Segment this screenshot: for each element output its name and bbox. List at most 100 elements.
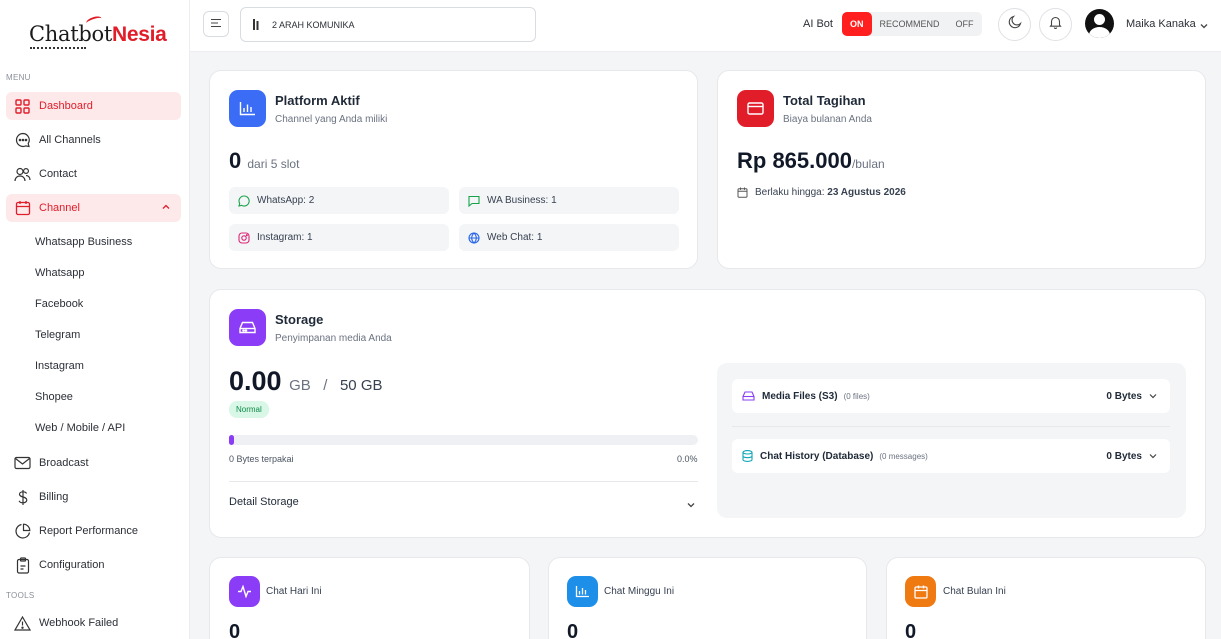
- sidebar-item-webhook-failed[interactable]: Webhook Failed: [6, 609, 181, 637]
- storage-row-media-files[interactable]: Media Files (S3) (0 files) 0 Bytes: [732, 379, 1170, 413]
- sidebar-subitem-whatsapp-business[interactable]: Whatsapp Business: [35, 236, 132, 248]
- bar-chart-icon: [229, 90, 266, 127]
- ai-bot-recommend-option[interactable]: RECOMMEND: [872, 12, 948, 36]
- dark-mode-button[interactable]: [998, 8, 1031, 41]
- billing-amount: Rp 865.000/bulan: [737, 148, 885, 174]
- stat-title: Chat Hari Ini: [266, 586, 322, 597]
- sidebar-item-channel[interactable]: Channel: [6, 194, 181, 222]
- sidebar-subitem-shopee[interactable]: Shopee: [35, 391, 73, 403]
- ai-bot-off-option[interactable]: OFF: [948, 12, 982, 36]
- sidebar-item-label: Billing: [39, 491, 69, 503]
- activity-icon: [229, 576, 260, 607]
- billing-amount-value: Rp 865.000: [737, 148, 852, 173]
- globe-icon: [468, 231, 480, 244]
- calendar-icon: [737, 187, 748, 198]
- sidebar-item-all-channels[interactable]: All Channels: [6, 126, 181, 154]
- stat-value: 0: [567, 621, 579, 639]
- bell-icon: [1049, 15, 1062, 34]
- storage-row-meta: (0 messages): [879, 451, 928, 461]
- columns-icon: [253, 19, 262, 30]
- logo[interactable]: ChatbotNesia: [29, 22, 167, 47]
- billing-subtitle: Biaya bulanan Anda: [783, 114, 872, 125]
- billing-card: Total Tagihan Biaya bulanan Anda Rp 865.…: [717, 70, 1206, 269]
- storage-separator: /: [323, 377, 328, 394]
- storage-row-name: Media Files (S3): [762, 390, 838, 402]
- storage-detail-panel: Media Files (S3) (0 files) 0 Bytes Chat …: [717, 363, 1186, 518]
- stat-card-chat-week: Chat Minggu Ini 0: [548, 557, 867, 639]
- chevron-down-icon[interactable]: [1199, 18, 1209, 36]
- warning-icon: [14, 615, 31, 632]
- hard-drive-icon: [742, 391, 755, 401]
- billing-valid-label: Berlaku hingga:: [755, 187, 825, 198]
- sidebar-item-broadcast[interactable]: Broadcast: [6, 449, 181, 477]
- hard-drive-icon: [229, 309, 266, 346]
- sidebar-item-label: Dashboard: [39, 100, 93, 112]
- whatsapp-icon: [238, 194, 250, 207]
- avatar[interactable]: [1085, 9, 1114, 38]
- storage-used-value: 0.00: [229, 366, 282, 396]
- sidebar-item-billing[interactable]: Billing: [6, 483, 181, 511]
- storage-title: Storage: [275, 312, 324, 327]
- calendar-icon: [905, 576, 936, 607]
- sidebar-subitem-facebook[interactable]: Facebook: [35, 298, 83, 310]
- user-name[interactable]: Maika Kanaka: [1126, 18, 1196, 30]
- storage-subtitle: Penyimpanan media Anda: [275, 333, 392, 344]
- sidebar-item-label: Contact: [39, 168, 77, 180]
- tools-section-label: TOOLS: [6, 591, 35, 600]
- message-square-icon: [468, 195, 480, 207]
- channel-chip-wa-business: WA Business: 1: [459, 187, 679, 214]
- stat-card-chat-month: Chat Bulan Ini 0: [886, 557, 1206, 639]
- storage-usage: 0.00 GB / 50 GB: [229, 366, 383, 397]
- sidebar-item-label: Webhook Failed: [39, 617, 119, 629]
- database-icon: [742, 450, 753, 462]
- sidebar-subitem-whatsapp[interactable]: Whatsapp: [35, 267, 85, 279]
- channel-chip-label: WhatsApp: 2: [257, 195, 315, 206]
- divider: [732, 426, 1170, 427]
- topbar: 2 ARAH KOMUNIKA AI Bot ON RECOMMEND OFF …: [190, 0, 1221, 52]
- stat-title: Chat Minggu Ini: [604, 586, 675, 597]
- storage-row-chat-history[interactable]: Chat History (Database) (0 messages) 0 B…: [732, 439, 1170, 473]
- pie-chart-icon: [14, 523, 31, 540]
- sidebar: ChatbotNesia MENU Dashboard All Channels…: [0, 0, 190, 639]
- storage-row-value: 0 Bytes: [1106, 390, 1142, 402]
- stat-card-chat-today: Chat Hari Ini 0: [209, 557, 530, 639]
- channel-chip-web-chat: Web Chat: 1: [459, 224, 679, 251]
- mail-icon: [14, 455, 31, 472]
- stat-title: Chat Bulan Ini: [943, 586, 1006, 597]
- ai-bot-on-option[interactable]: ON: [842, 12, 872, 36]
- platform-count-value: 0: [229, 148, 242, 173]
- sidebar-item-report-performance[interactable]: Report Performance: [6, 517, 181, 545]
- avatar-head: [1094, 14, 1105, 25]
- bar-chart-icon: [567, 576, 598, 607]
- platform-count: 0 dari 5 slot: [229, 148, 299, 174]
- sidebar-item-contact[interactable]: Contact: [6, 160, 181, 188]
- sidebar-item-configuration[interactable]: Configuration: [6, 551, 181, 579]
- storage-progress-fill: [229, 435, 234, 445]
- storage-progress-bar: [229, 435, 698, 445]
- chevron-down-icon[interactable]: [686, 497, 696, 515]
- channel-chip-whatsapp: WhatsApp: 2: [229, 187, 449, 214]
- sidebar-item-dashboard[interactable]: Dashboard: [6, 92, 181, 120]
- sidebar-subitem-web-mobile-api[interactable]: Web / Mobile / API: [35, 422, 125, 434]
- billing-title: Total Tagihan: [783, 93, 866, 108]
- avatar-body: [1089, 27, 1110, 38]
- calendar-icon: [14, 200, 31, 217]
- ai-bot-mode-toggle: ON RECOMMEND OFF: [842, 12, 982, 36]
- users-icon: [14, 166, 31, 183]
- menu-section-label: MENU: [6, 73, 31, 82]
- moon-icon: [1008, 15, 1022, 34]
- workspace-name: 2 ARAH KOMUNIKA: [272, 19, 355, 30]
- workspace-selector[interactable]: 2 ARAH KOMUNIKA: [240, 7, 536, 42]
- detail-storage-toggle[interactable]: Detail Storage: [229, 496, 299, 508]
- notifications-button[interactable]: [1039, 8, 1072, 41]
- chevron-up-icon: [161, 202, 171, 215]
- sidebar-subitem-telegram[interactable]: Telegram: [35, 329, 80, 341]
- sidebar-item-label: Broadcast: [39, 457, 89, 469]
- clipboard-icon: [14, 556, 31, 574]
- grid-icon: [14, 98, 31, 115]
- menu-toggle-button[interactable]: [203, 11, 229, 37]
- channel-chip-label: Web Chat: 1: [487, 232, 543, 243]
- sidebar-subitem-instagram[interactable]: Instagram: [35, 360, 84, 372]
- stat-value: 0: [905, 621, 917, 639]
- dollar-icon: [14, 489, 31, 506]
